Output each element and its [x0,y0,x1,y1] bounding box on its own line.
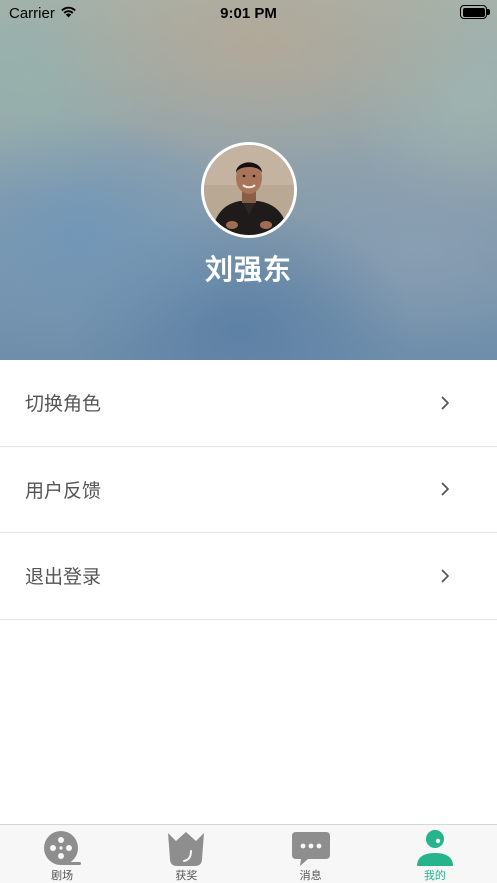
battery-icon [460,5,490,19]
menu-item-label: 切换角色 [25,393,102,416]
tab-theater[interactable]: 剧场 [0,825,124,883]
clock: 9:01 PM [220,5,277,22]
menu-item-label: 退出登录 [25,566,102,589]
chevron-right-icon [441,482,449,496]
message-bubble-icon [291,832,330,866]
menu-item-label: 用户反馈 [25,479,102,502]
crown-icon [168,832,205,866]
settings-menu: 切换角色 用户反馈 退出登录 [0,360,497,620]
chevron-right-icon [441,569,449,583]
user-name: 刘强东 [204,253,292,286]
avatar[interactable] [201,142,297,238]
chevron-right-icon [441,396,449,410]
status-bar: Carrier 9:01 PM [0,0,497,26]
tab-awards[interactable]: 获奖 [124,825,248,883]
menu-item-user-feedback[interactable]: 用户反馈 [0,447,497,533]
tab-mine[interactable]: 我的 [373,825,497,883]
tab-bar: 剧场 获奖 消息 我的 [0,824,497,883]
tab-label: 我的 [423,869,446,882]
tab-label: 剧场 [51,869,74,882]
tab-label: 获奖 [175,869,198,882]
menu-item-switch-role[interactable]: 切换角色 [0,360,497,447]
profile-header: Carrier 9:01 PM 刘强东 [0,0,497,360]
tab-label: 消息 [299,869,322,882]
tab-messages[interactable]: 消息 [249,825,373,883]
film-reel-icon [44,831,82,865]
menu-item-logout[interactable]: 退出登录 [0,533,497,620]
person-icon [416,830,453,866]
